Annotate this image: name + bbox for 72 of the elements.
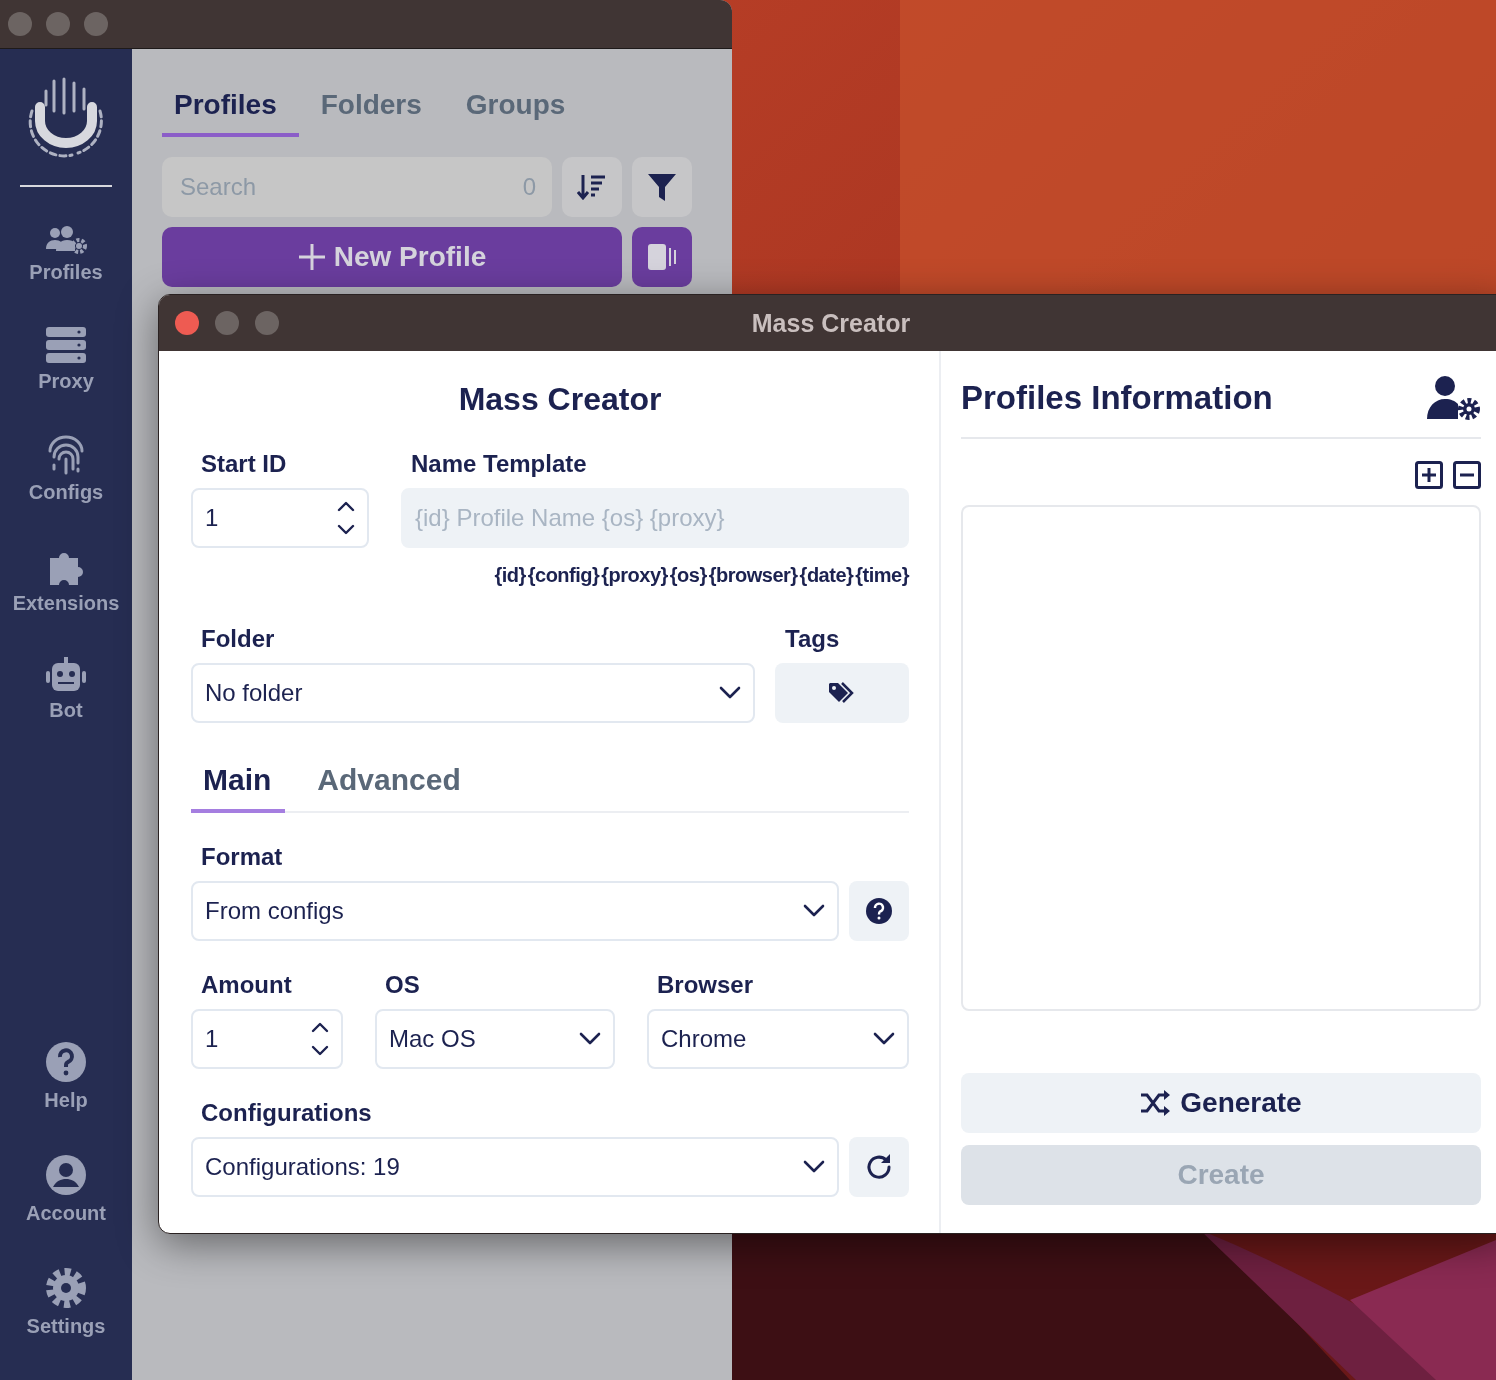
tags-button[interactable] [775, 663, 909, 723]
server-icon [45, 326, 87, 364]
sidebar-item[interactable]: Help [44, 1089, 88, 1112]
template-token[interactable]: {proxy} [601, 564, 668, 587]
chevron-icon [803, 1160, 825, 1174]
number-field[interactable]: 1 [191, 488, 369, 548]
filter-icon [647, 172, 677, 202]
field-label: Browser [657, 971, 755, 999]
tab[interactable]: Advanced [305, 763, 475, 813]
sidebar-item[interactable]: Profiles [29, 261, 103, 284]
field-label: Format [201, 843, 284, 871]
collapse-icon[interactable] [1453, 461, 1481, 489]
help-button[interactable] [849, 881, 909, 941]
sidebar-item[interactable]: Bot [49, 699, 83, 722]
settings-icon [45, 1267, 87, 1309]
chevron-icon [579, 1032, 601, 1046]
number-field[interactable]: 1 [191, 1009, 343, 1069]
tab[interactable]: Profiles [162, 89, 299, 137]
shuffle-icon [1140, 1090, 1171, 1116]
tags-icon [828, 682, 856, 704]
sidebar-item[interactable]: Configs [28, 481, 104, 504]
field-label: Start ID [201, 450, 288, 478]
dropdown[interactable]: Configurations: 19 [191, 1137, 839, 1197]
sidebar-item[interactable]: Account [26, 1202, 106, 1225]
sort-icon [577, 173, 607, 201]
template-token[interactable]: {browser} [708, 564, 798, 587]
panel-icon [647, 243, 677, 271]
chevron-icon [873, 1032, 895, 1046]
new-profile-button[interactable]: New Profile [162, 227, 622, 287]
generate-button[interactable]: Generate [961, 1073, 1481, 1133]
search-input[interactable]: Search [178, 172, 523, 202]
chevron-icon [719, 686, 741, 700]
panel-title: Profiles Information [961, 379, 1273, 417]
field-label: OS [385, 971, 421, 999]
field-label: Configurations [201, 1099, 373, 1127]
field-label: Tags [785, 625, 841, 653]
result-count: 0 [522, 173, 536, 201]
template-token[interactable]: {os} [669, 564, 707, 587]
filter-button[interactable] [632, 157, 692, 217]
template-token[interactable]: {id} [494, 564, 526, 587]
dropdown[interactable]: Chrome [647, 1009, 909, 1069]
plus-icon [297, 243, 326, 271]
close-button[interactable] [175, 311, 199, 335]
account-icon [45, 1154, 87, 1196]
sort-button[interactable] [562, 157, 622, 217]
refresh-button[interactable] [849, 1137, 909, 1197]
dropdown[interactable]: From configs [191, 881, 839, 941]
stepper-icon[interactable] [337, 500, 355, 536]
field-label: Folder [201, 625, 276, 653]
help-icon [866, 898, 892, 924]
expand-icon[interactable] [1415, 461, 1443, 489]
template-token[interactable]: {config} [527, 564, 600, 587]
sidebar-item[interactable]: Settings [26, 1315, 106, 1338]
field-label: Amount [201, 971, 293, 999]
fingerprint-icon [46, 435, 86, 475]
panel-toggle-button[interactable] [632, 227, 692, 287]
template-token[interactable]: {date} [799, 564, 854, 587]
field-label: Name Template [411, 450, 588, 478]
chevron-icon [803, 904, 825, 918]
user-gear-icon [1425, 375, 1481, 421]
sidebar-item[interactable]: Proxy [38, 370, 94, 393]
window-title: Mass Creator [751, 308, 911, 338]
dialog-heading: Mass Creator [457, 381, 663, 418]
help-icon [45, 1041, 87, 1083]
tab[interactable]: Main [191, 763, 286, 813]
robot-icon [45, 657, 87, 693]
dropdown[interactable]: No folder [191, 663, 755, 723]
dropdown[interactable]: Mac OS [375, 1009, 615, 1069]
users-gear-icon [45, 225, 87, 255]
stepper-icon[interactable] [311, 1021, 329, 1057]
sidebar-item[interactable]: Extensions [12, 592, 120, 615]
template-token[interactable]: {time} [855, 564, 909, 587]
